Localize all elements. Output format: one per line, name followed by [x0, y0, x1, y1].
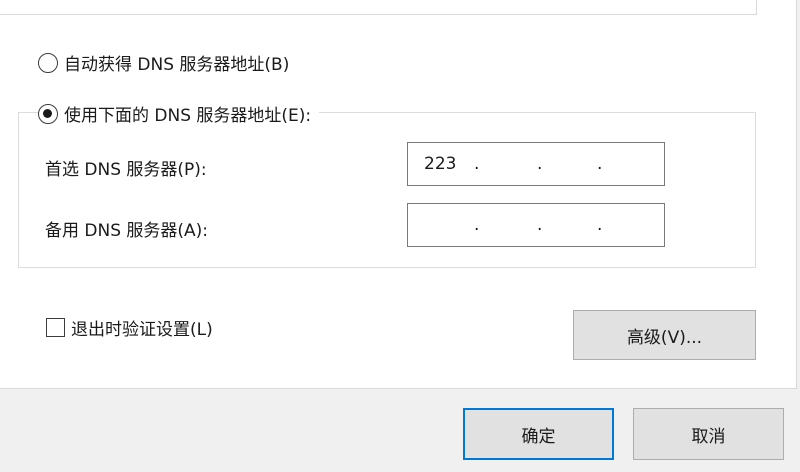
auto-dns-option[interactable]: 自动获得 DNS 服务器地址(B) — [38, 50, 289, 75]
preferred-dns-label: 首选 DNS 服务器(P): — [45, 160, 207, 180]
cancel-button[interactable]: 取消 — [633, 408, 784, 460]
ip-address-group-bottom-edge — [0, 0, 757, 15]
auto-dns-label: 自动获得 DNS 服务器地址(B) — [64, 55, 290, 75]
advanced-button[interactable]: 高级(V)... — [573, 310, 756, 360]
auto-dns-radio[interactable] — [38, 52, 58, 73]
preferred-dns-octet-1[interactable]: 223 — [424, 154, 456, 174]
validate-on-exit-label: 退出时验证设置(L) — [71, 320, 213, 340]
dns-settings-dialog: 自动获得 DNS 服务器地址(B) 首选 DNS 服务器(P): 223 . .… — [0, 0, 800, 472]
manual-dns-option[interactable]: 使用下面的 DNS 服务器地址(E): — [38, 101, 320, 126]
ip-separator: . — [537, 215, 543, 235]
ip-separator: . — [474, 215, 480, 235]
preferred-dns-input[interactable]: 223 . . . — [407, 142, 665, 186]
ip-separator: . — [474, 154, 480, 174]
validate-on-exit-checkbox[interactable] — [46, 318, 65, 337]
ip-separator: . — [597, 154, 603, 174]
alternate-dns-input[interactable]: . . . — [407, 203, 665, 247]
dns-server-group: 首选 DNS 服务器(P): 223 . . . 备用 DNS 服务器(A): … — [18, 112, 756, 268]
manual-dns-radio[interactable] — [38, 103, 58, 124]
alternate-dns-label: 备用 DNS 服务器(A): — [45, 221, 209, 241]
manual-dns-label: 使用下面的 DNS 服务器地址(E): — [64, 106, 312, 126]
ip-separator: . — [537, 154, 543, 174]
ip-separator: . — [597, 215, 603, 235]
validate-on-exit-option[interactable]: 退出时验证设置(L) — [46, 315, 213, 340]
ok-button[interactable]: 确定 — [463, 408, 614, 460]
general-tab-panel: 自动获得 DNS 服务器地址(B) 首选 DNS 服务器(P): 223 . .… — [0, 0, 797, 389]
